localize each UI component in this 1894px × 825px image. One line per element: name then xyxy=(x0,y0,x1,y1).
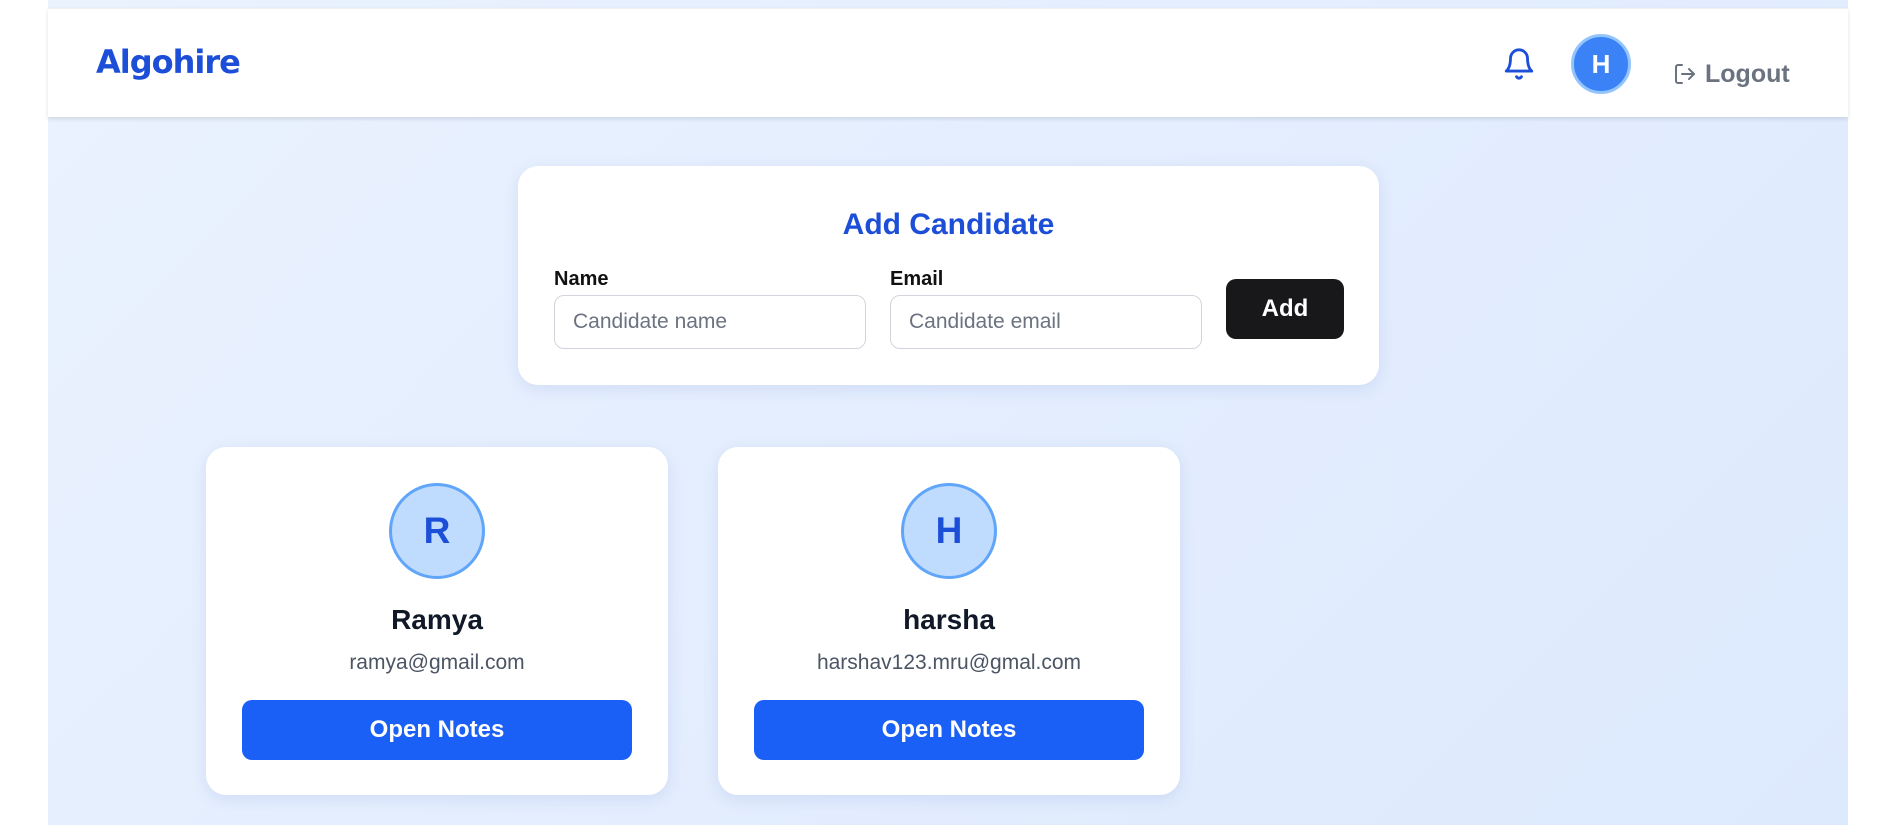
candidate-email: ramya@gmail.com xyxy=(349,651,525,674)
candidate-name: harsha xyxy=(903,604,995,635)
notifications-button[interactable] xyxy=(1500,44,1538,84)
candidate-email: harshav123.mru@gmal.com xyxy=(816,651,1082,674)
open-notes-button[interactable]: Open Notes xyxy=(242,700,632,760)
logout-icon xyxy=(1675,64,1695,84)
bell-icon xyxy=(1504,48,1534,80)
open-notes-button[interactable]: Open Notes xyxy=(754,700,1144,760)
candidate-avatar: R xyxy=(389,483,485,579)
user-avatar[interactable]: H xyxy=(1571,34,1631,94)
logout-label: Logout xyxy=(1705,59,1790,88)
candidate-avatar: H xyxy=(901,483,997,579)
candidate-avatar-initial: H xyxy=(935,510,963,551)
candidate-card: H harsha harshav123.mru@gmal.com Open No… xyxy=(718,447,1180,795)
candidate-card: R Ramya ramya@gmail.com Open Notes xyxy=(206,447,668,795)
add-candidate-title: Add Candidate xyxy=(842,208,1055,241)
candidate-avatar-initial: R xyxy=(423,510,451,551)
user-avatar-initial: H xyxy=(1591,48,1611,79)
logout-button[interactable]: Logout xyxy=(1673,57,1790,91)
email-input[interactable] xyxy=(890,295,1202,349)
name-label: Name xyxy=(554,268,609,290)
add-button[interactable]: Add xyxy=(1226,279,1344,339)
top-navbar: Algohire H Logout xyxy=(48,8,1848,117)
brand-logo[interactable]: Algohire xyxy=(96,43,241,81)
email-label: Email xyxy=(890,268,944,290)
name-input[interactable] xyxy=(554,295,866,349)
add-candidate-card: Add Candidate Name Email Add xyxy=(518,166,1379,385)
candidate-name: Ramya xyxy=(391,604,483,635)
